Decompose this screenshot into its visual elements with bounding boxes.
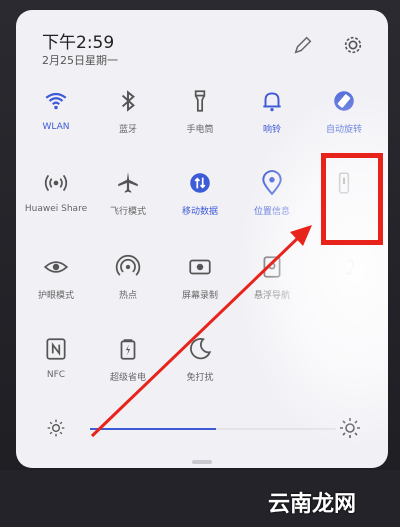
tile-ring[interactable]: 响铃 [232, 88, 312, 135]
tile-label: 手电筒 [186, 125, 214, 135]
tile-label: 超级省电 [109, 373, 146, 383]
tile-mobile-data[interactable]: 移动数据 [160, 170, 240, 217]
tile-location[interactable]: 位置信息 [232, 170, 312, 217]
bluetooth-icon [121, 90, 135, 112]
brightness-settings-icon[interactable] [338, 416, 362, 440]
tile-huawei-share[interactable]: Huawei Share [16, 170, 96, 214]
tile-floating-nav[interactable]: 悬浮导航 [232, 254, 312, 301]
status-time: 下午2:59 [42, 33, 115, 53]
watermark-text: 云南龙网 [268, 492, 357, 517]
brightness-slider-fill[interactable] [90, 428, 216, 430]
location-icon [262, 170, 282, 196]
tile-label: 蓝牙 [118, 125, 137, 135]
airplane-icon [118, 172, 138, 193]
tile-auto-rotate[interactable]: 自动旋转 [304, 88, 384, 135]
pencil-icon[interactable] [292, 34, 314, 56]
flashlight-icon [194, 90, 206, 112]
gear-icon[interactable] [342, 34, 364, 56]
brightness-slider-track[interactable] [216, 428, 336, 430]
tile-label: 自动旋转 [325, 125, 362, 135]
tile-label: 热点 [118, 291, 137, 301]
tile-label: 护眼模式 [37, 291, 74, 301]
tile-battery-saver[interactable]: 超级省电 [88, 336, 168, 383]
eye-icon [43, 261, 69, 273]
tile-label: 移动数据 [181, 207, 218, 217]
nfc-icon [46, 338, 66, 360]
tile-label: NFC [46, 370, 66, 380]
tile-label: 响铃 [262, 125, 281, 135]
tile-hotspot[interactable]: 热点 [88, 254, 168, 301]
tile-screenshot[interactable] [304, 254, 384, 288]
share-icon [44, 174, 68, 192]
tile-nfc[interactable]: NFC [16, 336, 96, 380]
bell-icon [263, 92, 281, 112]
tile-label: 悬浮导航 [253, 291, 290, 301]
tile-label: 屏幕录制 [181, 291, 218, 301]
brightness-low-icon [47, 419, 65, 437]
highlight-box [321, 153, 383, 245]
tile-label: 免打扰 [186, 373, 214, 383]
float-nav-icon [263, 256, 281, 278]
wifi-icon [45, 92, 67, 110]
hotspot-icon [115, 255, 141, 276]
tile-bluetooth[interactable]: 蓝牙 [88, 88, 168, 135]
status-date: 2月25日星期一 [42, 54, 118, 67]
mobile-data-icon [190, 173, 210, 193]
tile-label: WLAN [42, 122, 70, 132]
tile-label: 飞行模式 [109, 207, 146, 217]
tile-flashlight[interactable]: 手电筒 [160, 88, 240, 135]
tile-wlan[interactable]: WLAN [16, 88, 96, 132]
phone-frame: 下午2:59 2月25日星期一 WLAN 蓝牙 手电筒 响铃 自动旋转 Huaw… [0, 0, 400, 527]
tile-screen-record[interactable]: 屏幕录制 [160, 254, 240, 301]
rotate-icon [334, 91, 354, 111]
screenshot-icon [346, 259, 354, 275]
screen-record-icon [189, 259, 211, 275]
tile-eye-comfort[interactable]: 护眼模式 [16, 254, 96, 301]
tile-airplane[interactable]: 飞行模式 [88, 170, 168, 217]
tile-label: Huawei Share [24, 204, 88, 214]
tile-do-not-disturb[interactable]: 免打扰 [160, 336, 240, 383]
battery-saver-icon [120, 339, 136, 360]
moon-icon [190, 338, 212, 360]
panel-drag-handle[interactable] [192, 460, 212, 464]
tile-label: 位置信息 [253, 207, 290, 217]
